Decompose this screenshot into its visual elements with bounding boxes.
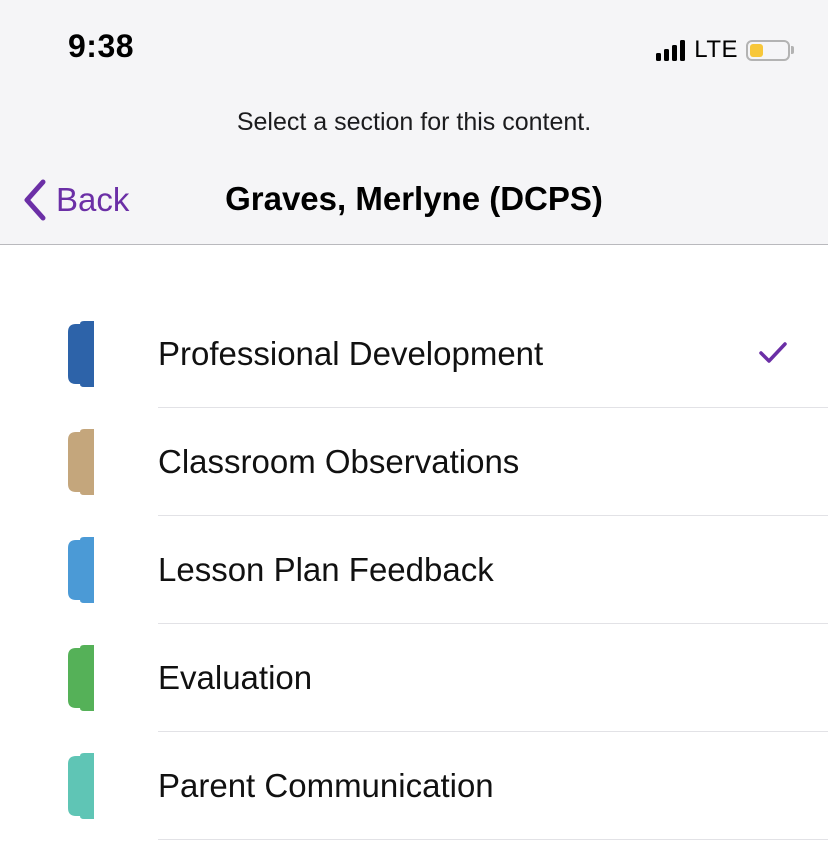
section-label: Lesson Plan Feedback bbox=[158, 551, 494, 588]
cellular-signal-icon bbox=[656, 39, 688, 61]
section-row[interactable]: Lesson Plan Feedback bbox=[0, 516, 828, 624]
section-label: Evaluation bbox=[158, 659, 313, 696]
section-row[interactable]: Parent Communication bbox=[0, 732, 828, 840]
section-label: Classroom Observations bbox=[158, 443, 520, 480]
section-label: Professional Development bbox=[158, 335, 544, 372]
battery-cap bbox=[791, 46, 794, 54]
header: 9:38 LTE Select a section for this conte… bbox=[0, 0, 828, 245]
section-label: Parent Communication bbox=[158, 767, 494, 804]
section-tab-icon bbox=[68, 429, 94, 495]
instruction-text: Select a section for this content. bbox=[236, 108, 592, 136]
section-tab-icon bbox=[68, 537, 94, 603]
battery-level bbox=[750, 43, 763, 57]
section-row[interactable]: Professional Development bbox=[0, 300, 828, 408]
section-tab-icon bbox=[68, 321, 94, 387]
section-row[interactable]: Evaluation bbox=[0, 624, 828, 732]
back-label: Back bbox=[56, 181, 130, 218]
checkmark-icon bbox=[759, 342, 787, 363]
chevron-left-icon bbox=[24, 179, 46, 221]
network-type: LTE bbox=[694, 36, 738, 63]
section-tab-icon bbox=[68, 645, 94, 711]
section-list: Professional Development Classroom Obser… bbox=[0, 300, 828, 840]
status-indicators: LTE bbox=[656, 36, 794, 64]
status-time: 9:38 bbox=[68, 28, 135, 64]
section-row[interactable]: Classroom Observations bbox=[0, 408, 828, 516]
battery-icon bbox=[746, 39, 790, 61]
row-divider bbox=[158, 839, 828, 840]
back-button[interactable]: Back bbox=[22, 178, 129, 222]
section-tab-icon bbox=[68, 753, 94, 819]
